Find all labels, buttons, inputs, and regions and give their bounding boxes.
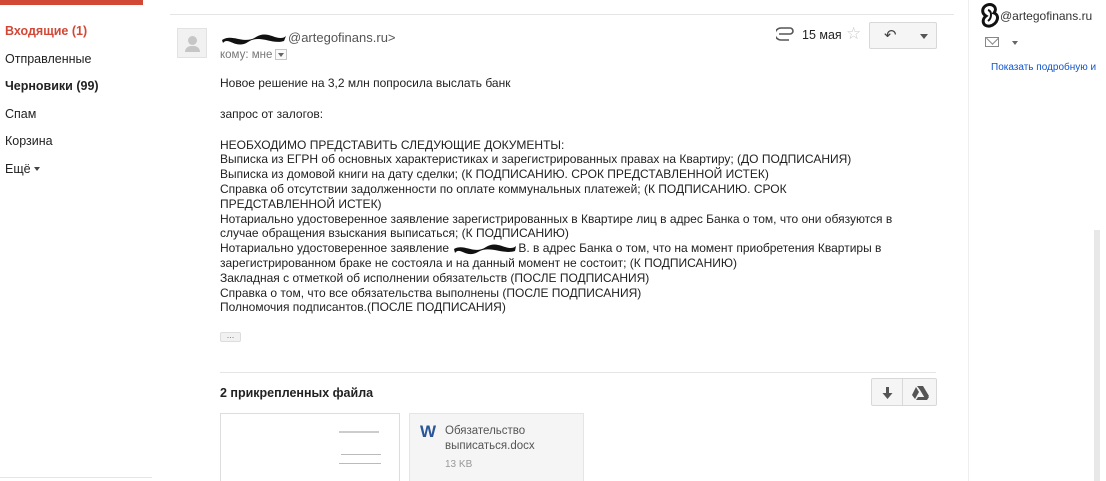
body-line: Полномочия подписантов.(ПОСЛЕ ПОДПИСАНИЯ… — [220, 300, 506, 315]
body-line: зарегистрированном браке не состояла и н… — [220, 255, 737, 270]
sidebar-item-drafts[interactable]: Черновики (99) — [0, 73, 160, 101]
body-line: НЕОБХОДИМО ПРЕДСТАВИТЬ СЛЕДУЮЩИЕ ДОКУМЕН… — [220, 137, 565, 152]
attachment-clip-icon — [776, 27, 794, 41]
thumbnail-line — [339, 463, 381, 464]
sidebar-item-spam[interactable]: Спам — [0, 101, 160, 129]
body-line: Нотариально удостоверенное заявление В. … — [220, 241, 940, 256]
reply-button[interactable]: ↶ — [869, 22, 913, 49]
sidebar-item-inbox[interactable]: Входящие (1) — [0, 18, 160, 46]
body-line: Выписка из ЕГРН об основных характеристи… — [220, 152, 852, 167]
star-icon[interactable]: ☆ — [846, 24, 861, 44]
body-line: Выписка из домовой книги на дату сделки;… — [220, 167, 769, 182]
attachment-file-card[interactable]: W Обязательство выписаться.docx 13 KB — [409, 413, 584, 481]
message-divider — [170, 14, 954, 15]
redaction-scribble-icon — [454, 244, 517, 255]
body-line: Справка о том, что все обязательства вып… — [220, 285, 642, 300]
avatar-head-icon — [188, 36, 197, 45]
thumbnail-line — [339, 431, 379, 433]
attachments-divider — [220, 372, 936, 373]
download-all-button[interactable] — [871, 378, 903, 406]
attachments-title: 2 прикрепленных файла — [220, 386, 374, 400]
avatar — [177, 28, 207, 58]
message-date: 15 мая — [802, 28, 842, 42]
drive-icon — [912, 386, 929, 400]
body-line: Новое решение на 3,2 млн попросила высла… — [220, 76, 511, 90]
body-line: запрос от залогов: — [220, 106, 324, 121]
chevron-down-icon[interactable] — [1012, 41, 1018, 45]
chevron-down-icon — [33, 167, 40, 172]
sidebar-item-more[interactable]: Ещё — [0, 156, 160, 184]
download-icon — [882, 387, 893, 399]
more-actions-button[interactable] — [912, 22, 937, 49]
right-panel-divider — [968, 0, 969, 481]
sidebar-item-trash[interactable]: Корзина — [0, 128, 160, 156]
save-to-drive-button[interactable] — [902, 378, 937, 406]
details-dropdown-icon[interactable] — [275, 49, 288, 61]
nav-accent-bar — [0, 0, 143, 5]
show-trimmed-button[interactable]: ... — [220, 331, 241, 342]
scrollbar[interactable] — [1094, 230, 1100, 481]
sender-email: @artegofinans.ru> — [288, 30, 396, 45]
body-line: Справка об отсутствии задолженности по о… — [220, 181, 787, 196]
avatar-body-icon — [185, 46, 200, 52]
word-document-icon: W — [420, 422, 437, 441]
recipient-line: кому: мне — [220, 49, 288, 61]
thumbnail-line — [341, 454, 381, 455]
sidebar-item-sent[interactable]: Отправленные — [0, 46, 160, 74]
body-line: Закладная с отметкой об исполнении обяза… — [220, 270, 650, 285]
sidebar-nav: Входящие (1) Отправленные Черновики (99)… — [0, 18, 160, 183]
attachment-file-name: Обязательство выписаться.docx — [445, 425, 535, 452]
body-line-part: В. в адрес Банка о том, что на момент пр… — [518, 241, 882, 256]
message-body: Новое решение на 3,2 млн попросила высла… — [220, 76, 940, 315]
nav-divider — [0, 477, 152, 478]
show-details-link[interactable]: Показать подробную и — [991, 62, 1096, 73]
attachment-preview-thumbnail[interactable] — [220, 413, 400, 481]
contact-email: @artegofinans.ru — [1000, 9, 1093, 23]
body-line: Нотариально удостоверенное заявление зар… — [220, 211, 893, 226]
redaction-scribble-icon — [222, 34, 286, 45]
reply-icon: ↶ — [884, 27, 897, 44]
attachment-file-size: 13 KB — [445, 459, 473, 470]
sender[interactable]: @artegofinans.ru> — [220, 30, 396, 46]
sidebar-item-more-label: Ещё — [5, 161, 31, 176]
body-line: ПРЕДСТАВЛЕННОЙ ИСТЕК) — [220, 196, 382, 211]
mail-icon[interactable] — [985, 37, 999, 47]
recipient-label: кому: мне — [220, 49, 273, 61]
body-line: случае обращения взыскания выписаться; (… — [220, 226, 569, 241]
redaction-scribble-icon — [981, 3, 999, 28]
body-line-part: Нотариально удостоверенное заявление — [220, 241, 453, 256]
